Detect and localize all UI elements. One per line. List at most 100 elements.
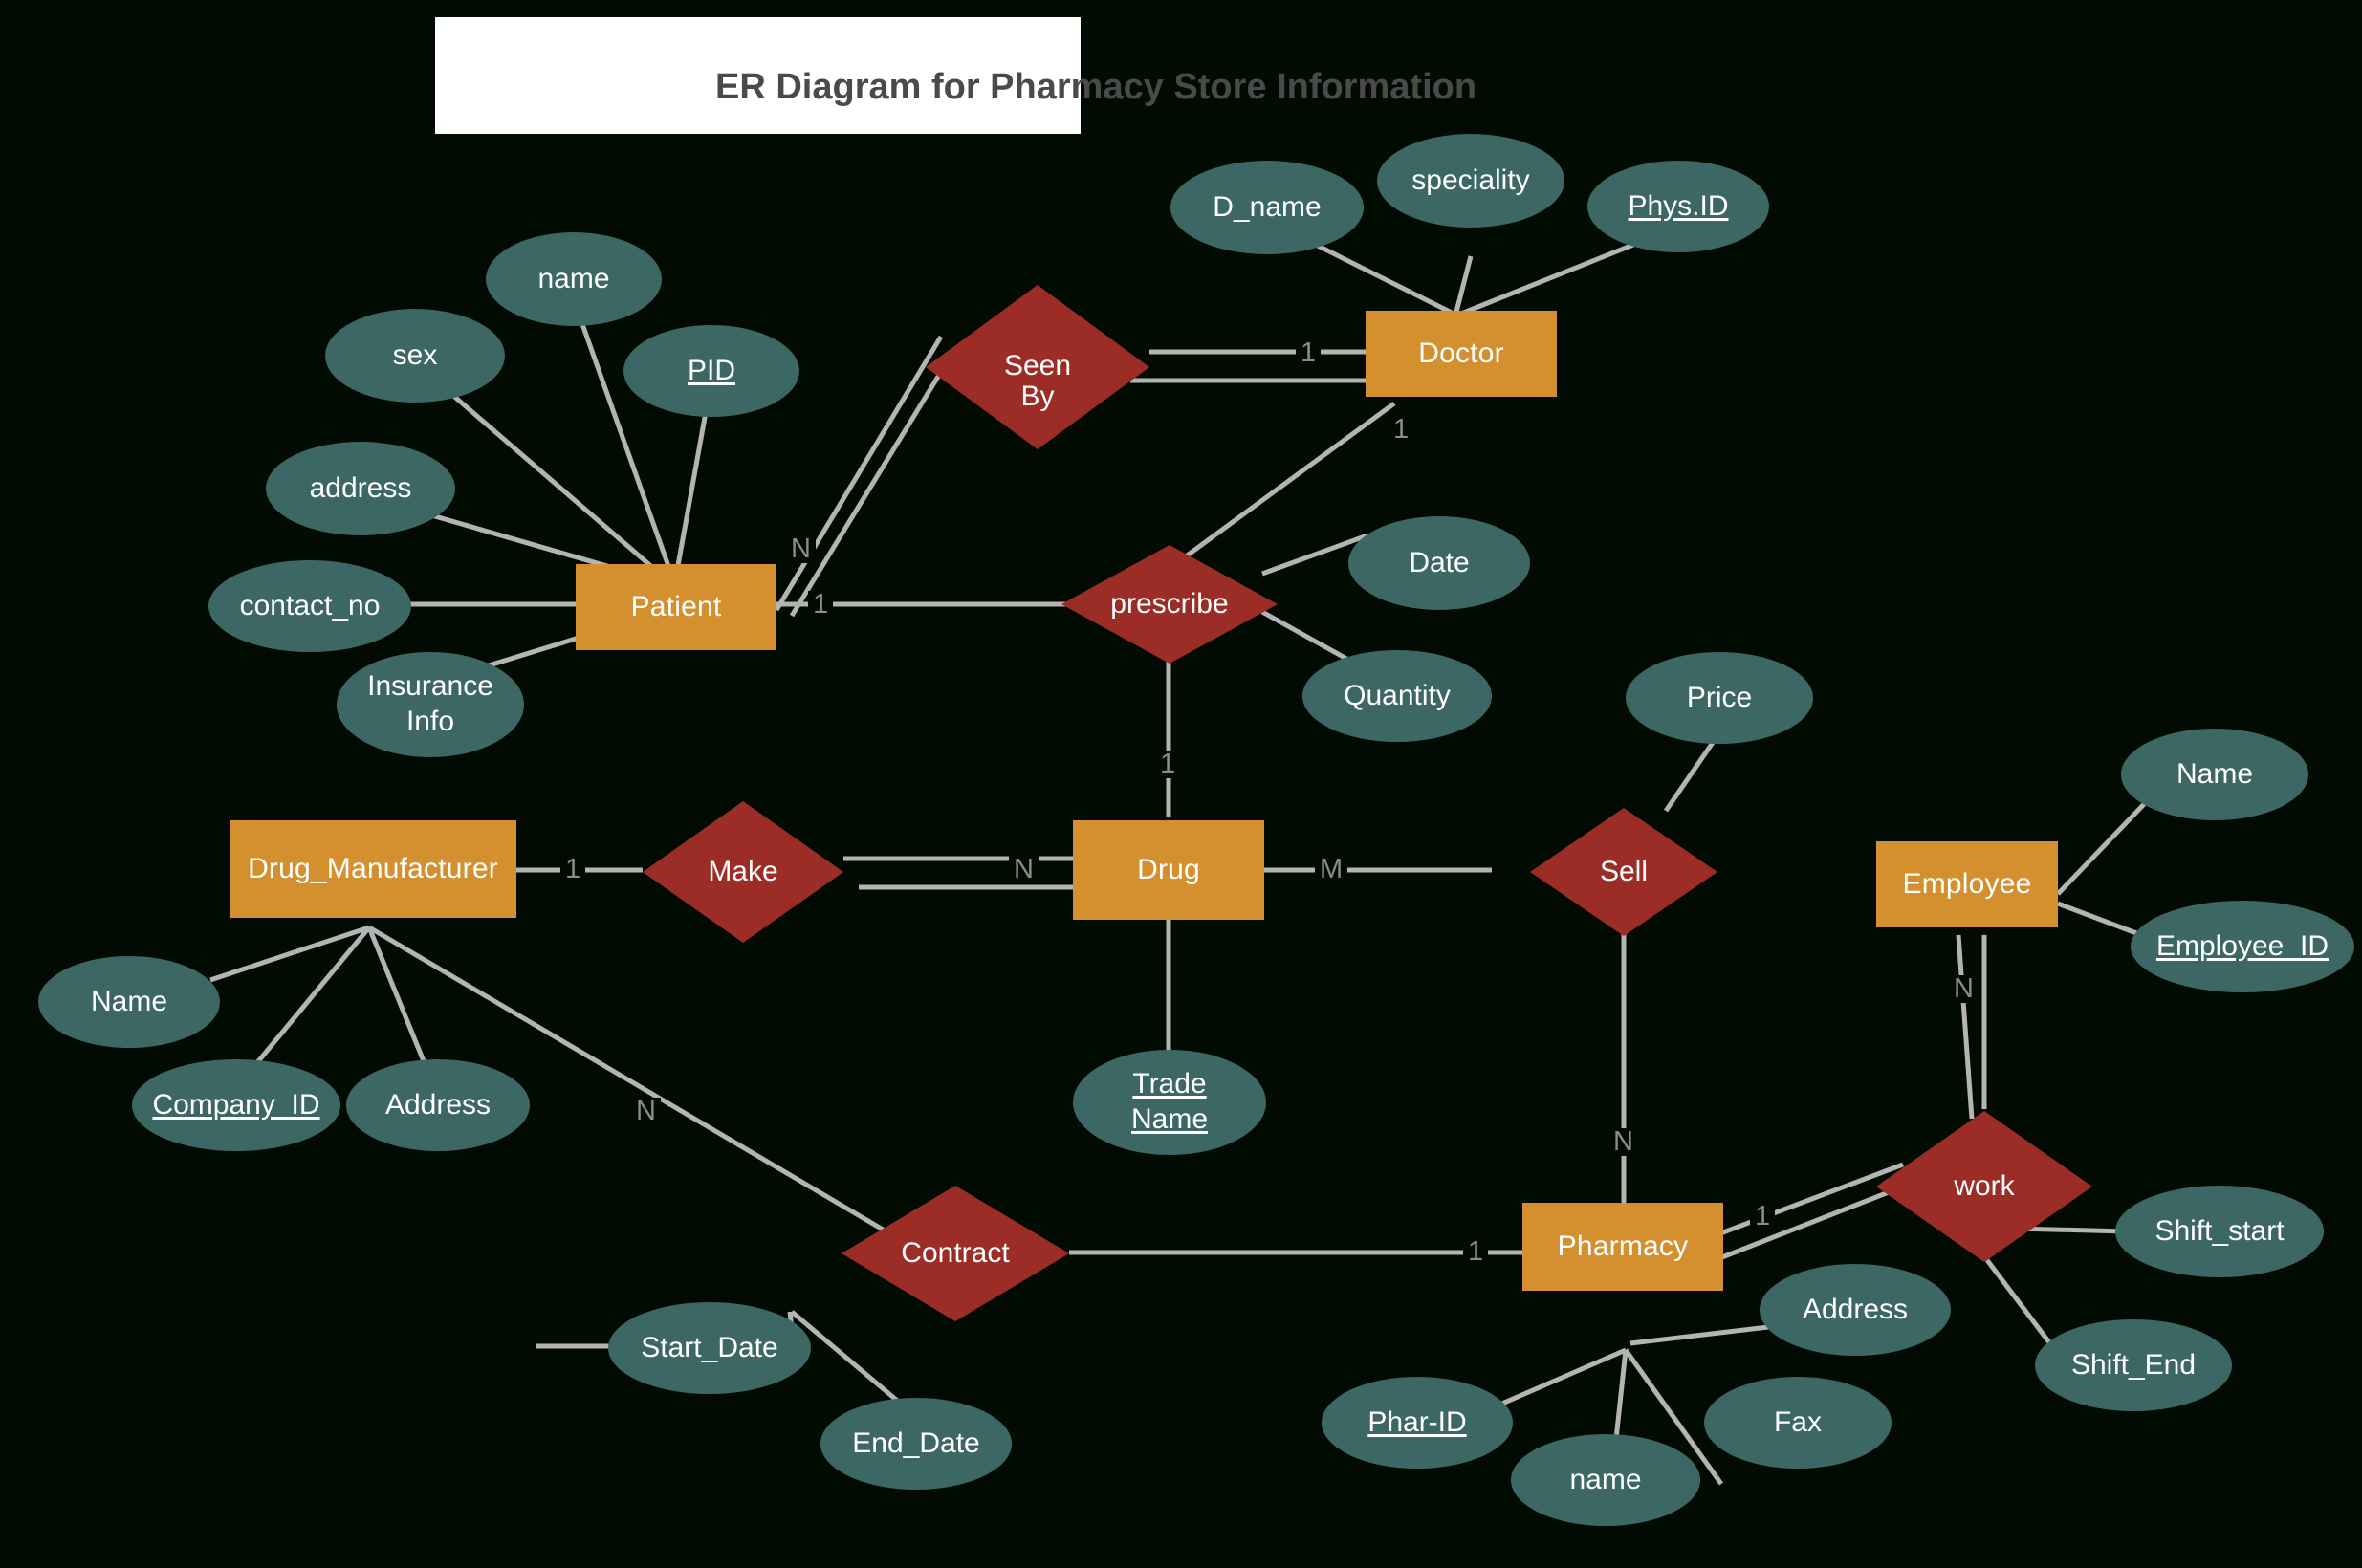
cardinality-patient-seen-by: N <box>786 535 816 563</box>
attribute-pharmacy-name[interactable]: name <box>1511 1434 1700 1526</box>
seen-by-line-2: By <box>1020 381 1055 412</box>
attribute-employee-employee-id-label: Employee_ID <box>2155 929 2329 962</box>
attribute-patient-name[interactable]: name <box>486 232 662 326</box>
attribute-work-shift-end[interactable]: Shift_End <box>2035 1319 2232 1411</box>
attribute-prescribe-quantity[interactable]: Quantity <box>1302 650 1492 742</box>
cardinality-drugman-make: 1 <box>560 856 586 883</box>
insurance-line-1: Insurance <box>367 670 493 703</box>
entity-drug-manufacturer[interactable]: Drug_Manufacturer <box>230 820 516 918</box>
attribute-doctor-speciality[interactable]: speciality <box>1377 134 1564 228</box>
entity-pharmacy-label: Pharmacy <box>1557 1230 1689 1262</box>
attribute-employee-name[interactable]: Name <box>2121 729 2308 820</box>
entity-pharmacy[interactable]: Pharmacy <box>1522 1203 1723 1291</box>
attribute-employee-employee-id[interactable]: Employee_ID <box>2131 901 2354 992</box>
edge-layer <box>209 234 2160 1512</box>
attribute-pharmacy-phar-id-label: Phar-ID <box>1367 1405 1467 1438</box>
relationship-contract-label: Contract <box>901 1237 1010 1269</box>
edge-employee-work-a <box>1956 934 1975 1120</box>
attribute-drug-trade-name-label: Trade Name <box>1131 1067 1208 1137</box>
attribute-contract-start-date[interactable]: Start_Date <box>608 1302 811 1394</box>
cardinality-prescribe-drug: 1 <box>1155 751 1181 778</box>
relationship-work[interactable]: work <box>1876 1111 2092 1262</box>
attribute-drugman-company-id[interactable]: Company_ID <box>132 1059 340 1151</box>
attribute-doctor-speciality-label: speciality <box>1411 163 1530 196</box>
attribute-sell-price-label: Price <box>1686 681 1753 713</box>
attribute-drugman-address[interactable]: Address <box>346 1059 530 1151</box>
attribute-contract-end-date[interactable]: End_Date <box>820 1398 1012 1490</box>
attribute-pharmacy-name-label: name <box>1569 1463 1642 1495</box>
attribute-employee-name-label: Name <box>2176 757 2254 790</box>
attribute-contract-end-date-label: End_Date <box>852 1426 980 1459</box>
cardinality-drug-sell: M <box>1315 856 1348 883</box>
entity-drug-manufacturer-label: Drug_Manufacturer <box>248 853 498 884</box>
cardinality-sell-pharmacy: N <box>1608 1128 1638 1156</box>
attribute-patient-sex-label: sex <box>392 338 438 371</box>
attribute-patient-insurance-info-label: Insurance Info <box>367 669 493 739</box>
attribute-prescribe-date-label: Date <box>1409 546 1470 578</box>
seen-by-line-1: Seen <box>1003 350 1072 381</box>
attribute-pharmacy-fax[interactable]: Fax <box>1704 1377 1892 1469</box>
attribute-patient-contact-no[interactable]: contact_no <box>208 560 411 652</box>
attribute-patient-insurance-info[interactable]: Insurance Info <box>337 652 524 757</box>
edge-employee-name <box>2056 799 2149 896</box>
cardinality-pharmacy-work: 1 <box>1750 1203 1776 1230</box>
relationship-seen-by-label: Seen By <box>941 351 1133 413</box>
cardinality-patient-prescribe: 1 <box>808 591 834 619</box>
edge-doctor-dname <box>1299 234 1455 316</box>
attribute-patient-pid-label: PID <box>687 354 735 386</box>
attribute-patient-name-label: name <box>537 262 610 294</box>
attribute-pharmacy-phar-id[interactable]: Phar-ID <box>1322 1377 1513 1469</box>
entity-doctor-label: Doctor <box>1418 338 1504 369</box>
edge-patient-pid <box>674 401 711 572</box>
er-diagram-canvas: ER Diagram for Pharmacy Store Informatio… <box>0 0 2362 1568</box>
attribute-sell-price[interactable]: Price <box>1626 652 1813 744</box>
relationship-make[interactable]: Make <box>643 801 843 943</box>
attribute-pharmacy-address-label: Address <box>1802 1293 1909 1325</box>
attribute-patient-pid[interactable]: PID <box>623 325 799 417</box>
attribute-contract-start-date-label: Start_Date <box>641 1331 778 1363</box>
edge-doctor-prescribe <box>1184 401 1396 559</box>
relationship-seen-by[interactable]: Seen By <box>926 285 1149 449</box>
attribute-prescribe-quantity-label: Quantity <box>1344 679 1451 711</box>
cardinality-seen-by-doctor: 1 <box>1296 339 1322 367</box>
attribute-doctor-phys-id[interactable]: Phys.ID <box>1587 161 1769 252</box>
attribute-drugman-address-label: Address <box>384 1088 492 1121</box>
relationship-work-label: work <box>1954 1170 2015 1202</box>
cardinality-employee-work: N <box>1949 975 1979 1003</box>
relationship-prescribe-label: prescribe <box>1110 588 1229 620</box>
attribute-patient-sex[interactable]: sex <box>325 309 505 403</box>
attribute-work-shift-end-label: Shift_End <box>2070 1348 2197 1381</box>
relationship-contract[interactable]: Contract <box>842 1186 1069 1321</box>
attribute-drugman-name[interactable]: Name <box>38 956 220 1048</box>
entity-patient[interactable]: Patient <box>576 564 776 650</box>
entity-employee-label: Employee <box>1902 868 2032 900</box>
entity-patient-label: Patient <box>630 591 722 622</box>
attribute-patient-address-label: address <box>309 471 412 504</box>
attribute-patient-address[interactable]: address <box>266 442 455 535</box>
edge-doctor-physid <box>1460 234 1653 316</box>
page-title: ER Diagram for Pharmacy Store Informatio… <box>715 67 1477 107</box>
entity-doctor[interactable]: Doctor <box>1366 311 1557 397</box>
attribute-work-shift-start[interactable]: Shift_start <box>2115 1186 2324 1277</box>
attribute-doctor-d-name[interactable]: D_name <box>1170 161 1364 254</box>
attribute-doctor-d-name-label: D_name <box>1213 190 1322 223</box>
attribute-drug-trade-name[interactable]: Trade Name <box>1073 1050 1266 1155</box>
cardinality-make-drug: N <box>1009 856 1039 883</box>
entity-drug-label: Drug <box>1137 854 1200 885</box>
cardinality-drugman-contract: N <box>631 1098 661 1125</box>
edge-patient-sex <box>436 381 662 576</box>
insurance-line-2: Info <box>405 706 455 737</box>
relationship-make-label: Make <box>708 856 778 887</box>
cardinality-contract-pharmacy: 1 <box>1463 1238 1489 1266</box>
trade-name-line-2: Name <box>1130 1103 1209 1135</box>
relationship-sell[interactable]: Sell <box>1530 808 1717 936</box>
entity-drug[interactable]: Drug <box>1073 820 1264 920</box>
attribute-pharmacy-fax-label: Fax <box>1773 1405 1822 1438</box>
cardinality-doctor-prescribe: 1 <box>1389 416 1414 444</box>
relationship-sell-label: Sell <box>1599 856 1648 887</box>
entity-employee[interactable]: Employee <box>1876 841 2058 927</box>
attribute-pharmacy-address[interactable]: Address <box>1760 1264 1951 1356</box>
trade-name-line-1: Trade <box>1132 1068 1207 1100</box>
relationship-prescribe[interactable]: prescribe <box>1061 545 1278 664</box>
attribute-prescribe-date[interactable]: Date <box>1348 516 1530 610</box>
